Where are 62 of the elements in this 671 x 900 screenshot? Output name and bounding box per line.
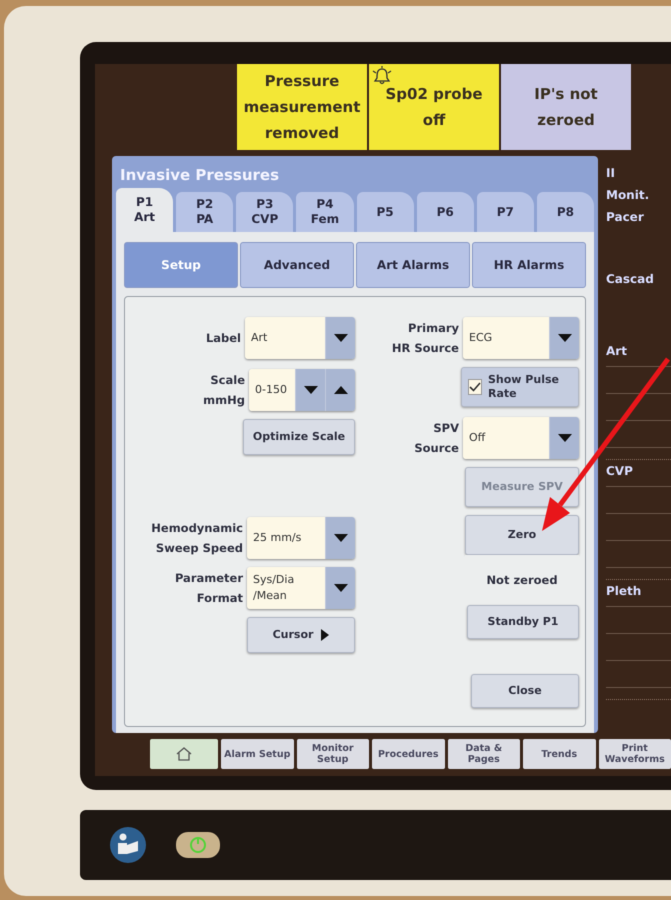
field-label: Label: [204, 330, 241, 347]
power-button-icon[interactable]: [176, 832, 220, 858]
home-icon: [176, 747, 192, 761]
down-arrow-icon: [334, 584, 348, 592]
dropdown-button[interactable]: [549, 317, 579, 359]
tab[interactable]: P2 PA: [176, 192, 234, 232]
up-arrow-icon: [334, 386, 348, 394]
field-label: SPV Source: [413, 420, 459, 457]
increase-button[interactable]: [325, 369, 355, 411]
wave-label: Pleth: [606, 584, 642, 598]
dropdown-button[interactable]: [325, 517, 355, 559]
tab[interactable]: P8: [536, 192, 594, 232]
menu-button[interactable]: Alarm Setup: [221, 739, 294, 769]
menu-button[interactable]: Monitor Setup: [296, 739, 369, 769]
dialog-title: Invasive Pressures: [119, 165, 280, 186]
down-arrow-icon: [558, 334, 572, 342]
menu-button[interactable]: Procedures: [372, 739, 444, 769]
tab[interactable]: P6: [416, 192, 474, 232]
tab[interactable]: P4 Fem: [296, 192, 354, 232]
tab[interactable]: P7: [476, 192, 534, 232]
tab[interactable]: HR Alarms: [472, 242, 586, 288]
scale-field[interactable]: 0-150: [249, 369, 355, 411]
checkbox-button[interactable]: Show Pulse Rate: [461, 367, 579, 407]
field-label: Parameter Format: [174, 570, 243, 607]
home-button[interactable]: [150, 739, 218, 769]
close-button[interactable]: Close: [471, 674, 579, 708]
cursor-button[interactable]: Cursor: [247, 617, 355, 653]
menu-button[interactable]: Trends: [523, 739, 596, 769]
dropdown-button[interactable]: [325, 567, 355, 609]
right-arrow-icon: [321, 629, 330, 641]
tab[interactable]: P3 CVP: [236, 192, 294, 232]
wave-label: Art: [606, 344, 627, 358]
alarm-message[interactable]: Sp02 probe off: [369, 64, 499, 150]
standby-button[interactable]: Standby P1: [467, 605, 579, 639]
screen-label: II: [606, 165, 616, 182]
dropdown-button[interactable]: [549, 417, 579, 459]
screen-label: Cascad: [606, 271, 655, 288]
down-arrow-icon: [334, 334, 348, 342]
checkbox[interactable]: [468, 379, 482, 395]
alarm-message[interactable]: Pressure measurement removed: [237, 64, 367, 150]
decrease-button[interactable]: [295, 369, 325, 411]
optimize-scale-button[interactable]: Optimize Scale: [243, 419, 355, 455]
manual-icon: [110, 827, 146, 863]
alarm-message[interactable]: IP's not zeroed: [501, 64, 631, 150]
zero-button[interactable]: Zero: [465, 515, 579, 555]
menu-button[interactable]: Data & Pages: [448, 739, 520, 769]
tab[interactable]: P5: [356, 192, 414, 232]
down-arrow-icon: [304, 386, 318, 394]
menu-button[interactable]: Print Waveforms: [598, 739, 671, 769]
dropdown-button[interactable]: [325, 317, 355, 359]
tab[interactable]: P1 Art: [116, 188, 174, 232]
field-label: Hemodynamic Sweep Speed: [150, 520, 243, 557]
down-arrow-icon: [558, 434, 572, 442]
wave-label: CVP: [606, 464, 633, 478]
check-icon: [469, 382, 481, 392]
down-arrow-icon: [334, 534, 348, 542]
tab[interactable]: Advanced: [240, 242, 354, 288]
field-label: Scale mmHg: [202, 372, 245, 409]
tab[interactable]: Art Alarms: [356, 242, 470, 288]
screen-label: Pacer: [606, 209, 645, 226]
field-label: Primary HR Source: [390, 320, 459, 357]
screen-label: Monit.: [606, 187, 650, 204]
